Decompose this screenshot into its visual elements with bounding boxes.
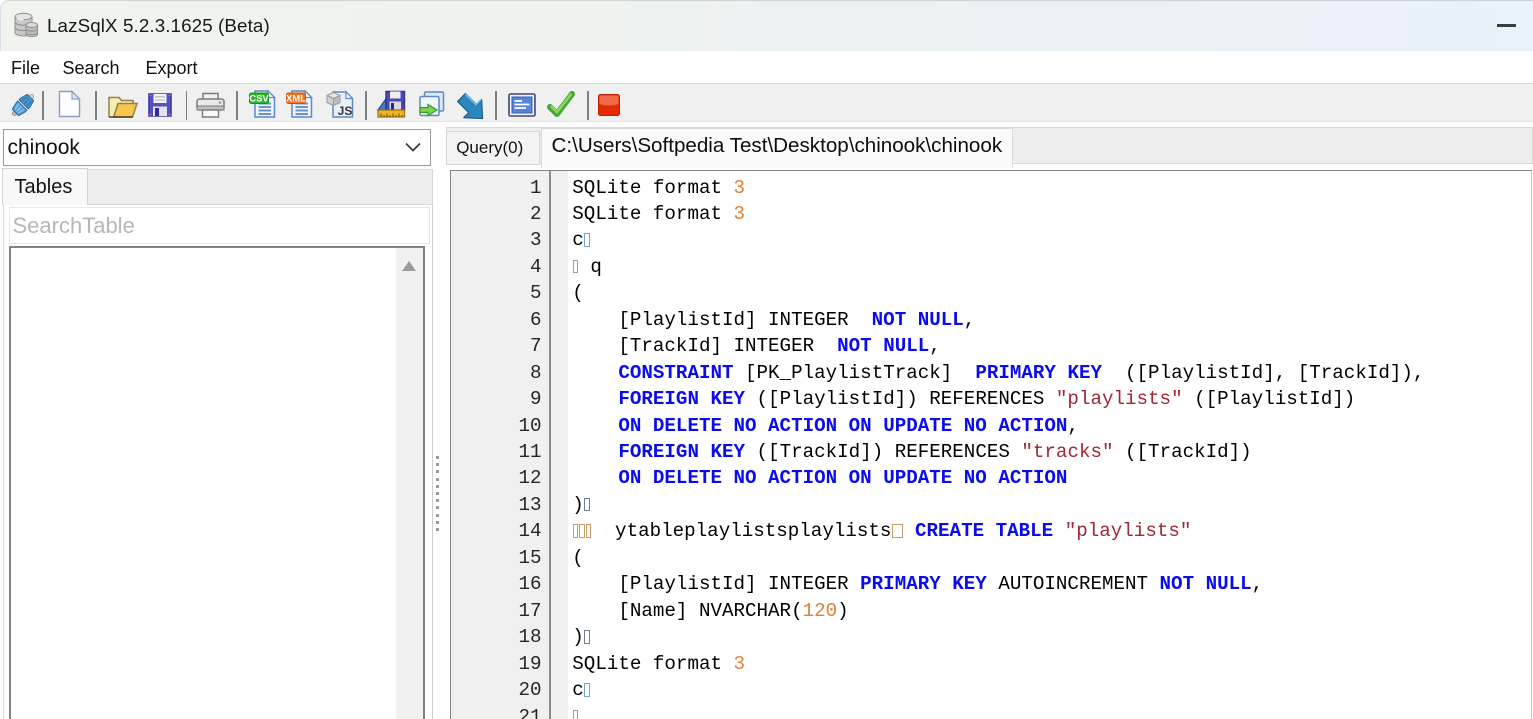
svg-text:JS: JS <box>338 104 353 118</box>
svg-text:CSV: CSV <box>249 93 269 104</box>
svg-text:XML: XML <box>286 93 306 104</box>
